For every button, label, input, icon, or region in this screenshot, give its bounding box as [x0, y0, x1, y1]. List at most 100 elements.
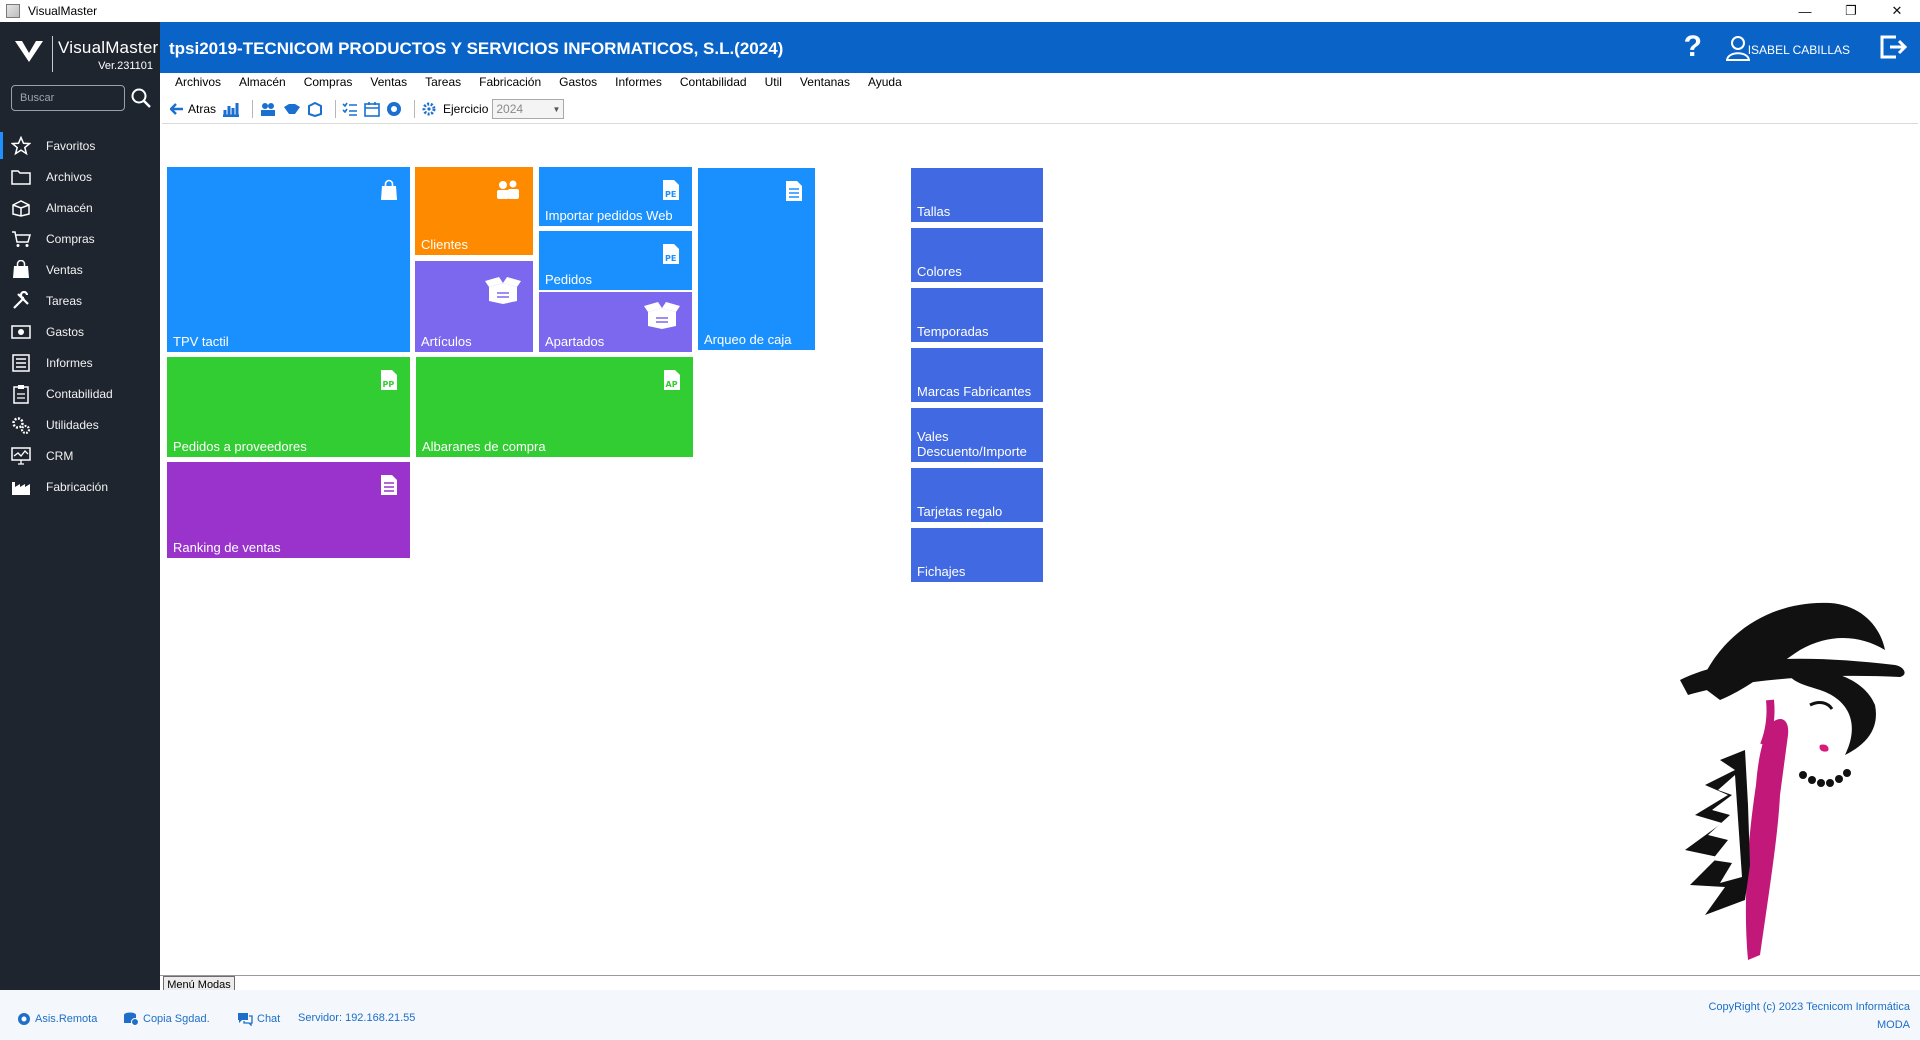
tile-label: Tarjetas regalo: [917, 504, 1003, 519]
tile-label: TPV tactil: [173, 334, 229, 349]
menu-bar: Archivos Almacén Compras Ventas Tareas F…: [175, 75, 920, 93]
tile-pedidos-a-proveedores[interactable]: PP Pedidos a proveedores: [167, 357, 410, 457]
tile-arqueo-de-caja[interactable]: Arqueo de caja: [698, 168, 815, 350]
calendar-icon[interactable]: [364, 101, 380, 117]
sidebar-item-tareas[interactable]: Tareas: [0, 285, 160, 316]
search-input[interactable]: [11, 85, 125, 111]
document-pe-icon: PE: [663, 180, 679, 200]
sidebar-item-utilidades[interactable]: Utilidades: [0, 409, 160, 440]
handshake-icon[interactable]: [283, 101, 301, 117]
tile-albaranes-de-compra[interactable]: AP Albaranes de compra: [416, 357, 693, 457]
tile-label: Colores: [917, 264, 962, 279]
tile-importar-pedidos-web[interactable]: PE Importar pedidos Web: [539, 167, 692, 226]
sidebar-item-gastos[interactable]: Gastos: [0, 316, 160, 347]
back-button[interactable]: Atras: [170, 102, 216, 116]
server-label: Servidor: 192.168.21.55: [298, 1012, 416, 1024]
tile-pedidos[interactable]: PE Pedidos: [539, 231, 692, 290]
support-icon[interactable]: [386, 101, 402, 117]
menu-ventas[interactable]: Ventas: [370, 75, 407, 93]
chat-icon: [238, 1013, 253, 1026]
user-icon: [1726, 36, 1750, 61]
tile-tarjetas-regalo[interactable]: Tarjetas regalo: [911, 468, 1043, 522]
user-name[interactable]: ISABEL CABILLAS: [1748, 43, 1850, 57]
tile-label: Apartados: [545, 334, 605, 349]
menu-gastos[interactable]: Gastos: [559, 75, 597, 93]
tile-vales-descuento[interactable]: Vales Descuento/Importe: [911, 408, 1043, 462]
sidebar-item-almacen[interactable]: Almacén: [0, 192, 160, 223]
shopping-bag-icon: [381, 179, 397, 200]
tile-fichajes[interactable]: Fichajes: [911, 528, 1043, 582]
tile-tallas[interactable]: Tallas: [911, 168, 1043, 222]
back-label: Atras: [188, 102, 217, 116]
logout-icon[interactable]: [1878, 34, 1908, 60]
brand-logo: VisualMaster Ver.231101: [10, 34, 158, 78]
menu-fabricacion[interactable]: Fabricación: [479, 75, 541, 93]
menu-tareas[interactable]: Tareas: [425, 75, 461, 93]
backup-link[interactable]: Copia Sgdad.: [123, 1012, 210, 1026]
tile-tpv-tactil[interactable]: TPV tactil: [167, 167, 410, 352]
chat-label: Chat: [257, 1013, 281, 1025]
menu-compras[interactable]: Compras: [304, 75, 353, 93]
sidebar-item-contabilidad[interactable]: Contabilidad: [0, 378, 160, 409]
menu-archivos[interactable]: Archivos: [175, 75, 221, 93]
tile-label-line1: Vales: [917, 429, 949, 444]
sidebar-item-fabricacion[interactable]: Fabricación: [0, 471, 160, 502]
tile-label: Temporadas: [917, 324, 989, 339]
sidebar-item-crm[interactable]: CRM: [0, 440, 160, 471]
tile-label: Tallas: [917, 204, 951, 219]
chat-link[interactable]: Chat: [237, 1012, 280, 1026]
users-icon: [497, 180, 519, 199]
close-button[interactable]: ✕: [1874, 0, 1920, 22]
menu-ayuda[interactable]: Ayuda: [868, 75, 902, 93]
tile-articulos[interactable]: Artículos: [415, 261, 533, 352]
brand-version: Ver.231101: [98, 60, 153, 72]
sidebar-item-favoritos[interactable]: Favoritos: [0, 130, 160, 161]
menu-contabilidad[interactable]: Contabilidad: [680, 75, 747, 93]
settings-icon[interactable]: [421, 101, 437, 117]
status-bar: [0, 990, 1920, 1040]
search-icon[interactable]: [130, 87, 152, 109]
tile-label: Pedidos a proveedores: [173, 439, 307, 454]
tools-icon: [10, 290, 32, 311]
users-icon[interactable]: [259, 101, 277, 117]
document-icon: [786, 181, 802, 201]
sidebar-item-label: Fabricación: [46, 479, 109, 494]
tile-colores[interactable]: Colores: [911, 228, 1043, 282]
tile-label: Clientes: [421, 237, 468, 252]
tile-apartados[interactable]: Apartados: [539, 292, 692, 352]
checklist-icon[interactable]: [342, 101, 358, 117]
menu-util[interactable]: Util: [765, 75, 782, 93]
app-icon: [6, 4, 20, 18]
remote-assist-link[interactable]: Asis.Remota: [17, 1012, 97, 1026]
svg-text:PE: PE: [665, 190, 676, 199]
menu-informes[interactable]: Informes: [615, 75, 662, 93]
tile-label: Vales Descuento/Importe: [917, 429, 1027, 459]
package-icon[interactable]: [307, 101, 323, 117]
chart-icon[interactable]: [222, 101, 240, 117]
tile-ranking-de-ventas[interactable]: Ranking de ventas: [167, 462, 410, 558]
menu-ventanas[interactable]: Ventanas: [800, 75, 850, 93]
headset-icon: [18, 1013, 30, 1025]
menu-almacen[interactable]: Almacén: [239, 75, 286, 93]
sidebar-item-informes[interactable]: Informes: [0, 347, 160, 378]
tile-temporadas[interactable]: Temporadas: [911, 288, 1043, 342]
tile-marcas-fabricantes[interactable]: Marcas Fabricantes: [911, 348, 1043, 402]
folder-icon: [10, 167, 32, 187]
sidebar-item-label: Tareas: [46, 293, 83, 308]
ejercicio-value: 2024: [496, 102, 524, 116]
factory-icon: [10, 477, 32, 497]
minimize-button[interactable]: —: [1782, 0, 1828, 22]
report-icon: [10, 353, 32, 373]
sidebar-item-compras[interactable]: Compras: [0, 223, 160, 254]
sidebar-item-archivos[interactable]: Archivos: [0, 161, 160, 192]
arrow-left-icon: [170, 103, 183, 115]
app-header: tpsi2019-TECNICOM PRODUCTOS Y SERVICIOS …: [160, 22, 1920, 73]
tile-label: Marcas Fabricantes: [917, 384, 1032, 399]
clipboard-icon: [10, 384, 32, 404]
tile-clientes[interactable]: Clientes: [415, 167, 533, 255]
restore-button[interactable]: ❐: [1828, 0, 1874, 22]
remote-assist-label: Asis.Remota: [35, 1013, 98, 1025]
help-button[interactable]: ?: [1684, 30, 1702, 64]
ejercicio-select[interactable]: 2024 ▼: [492, 99, 565, 119]
sidebar-item-ventas[interactable]: Ventas: [0, 254, 160, 285]
